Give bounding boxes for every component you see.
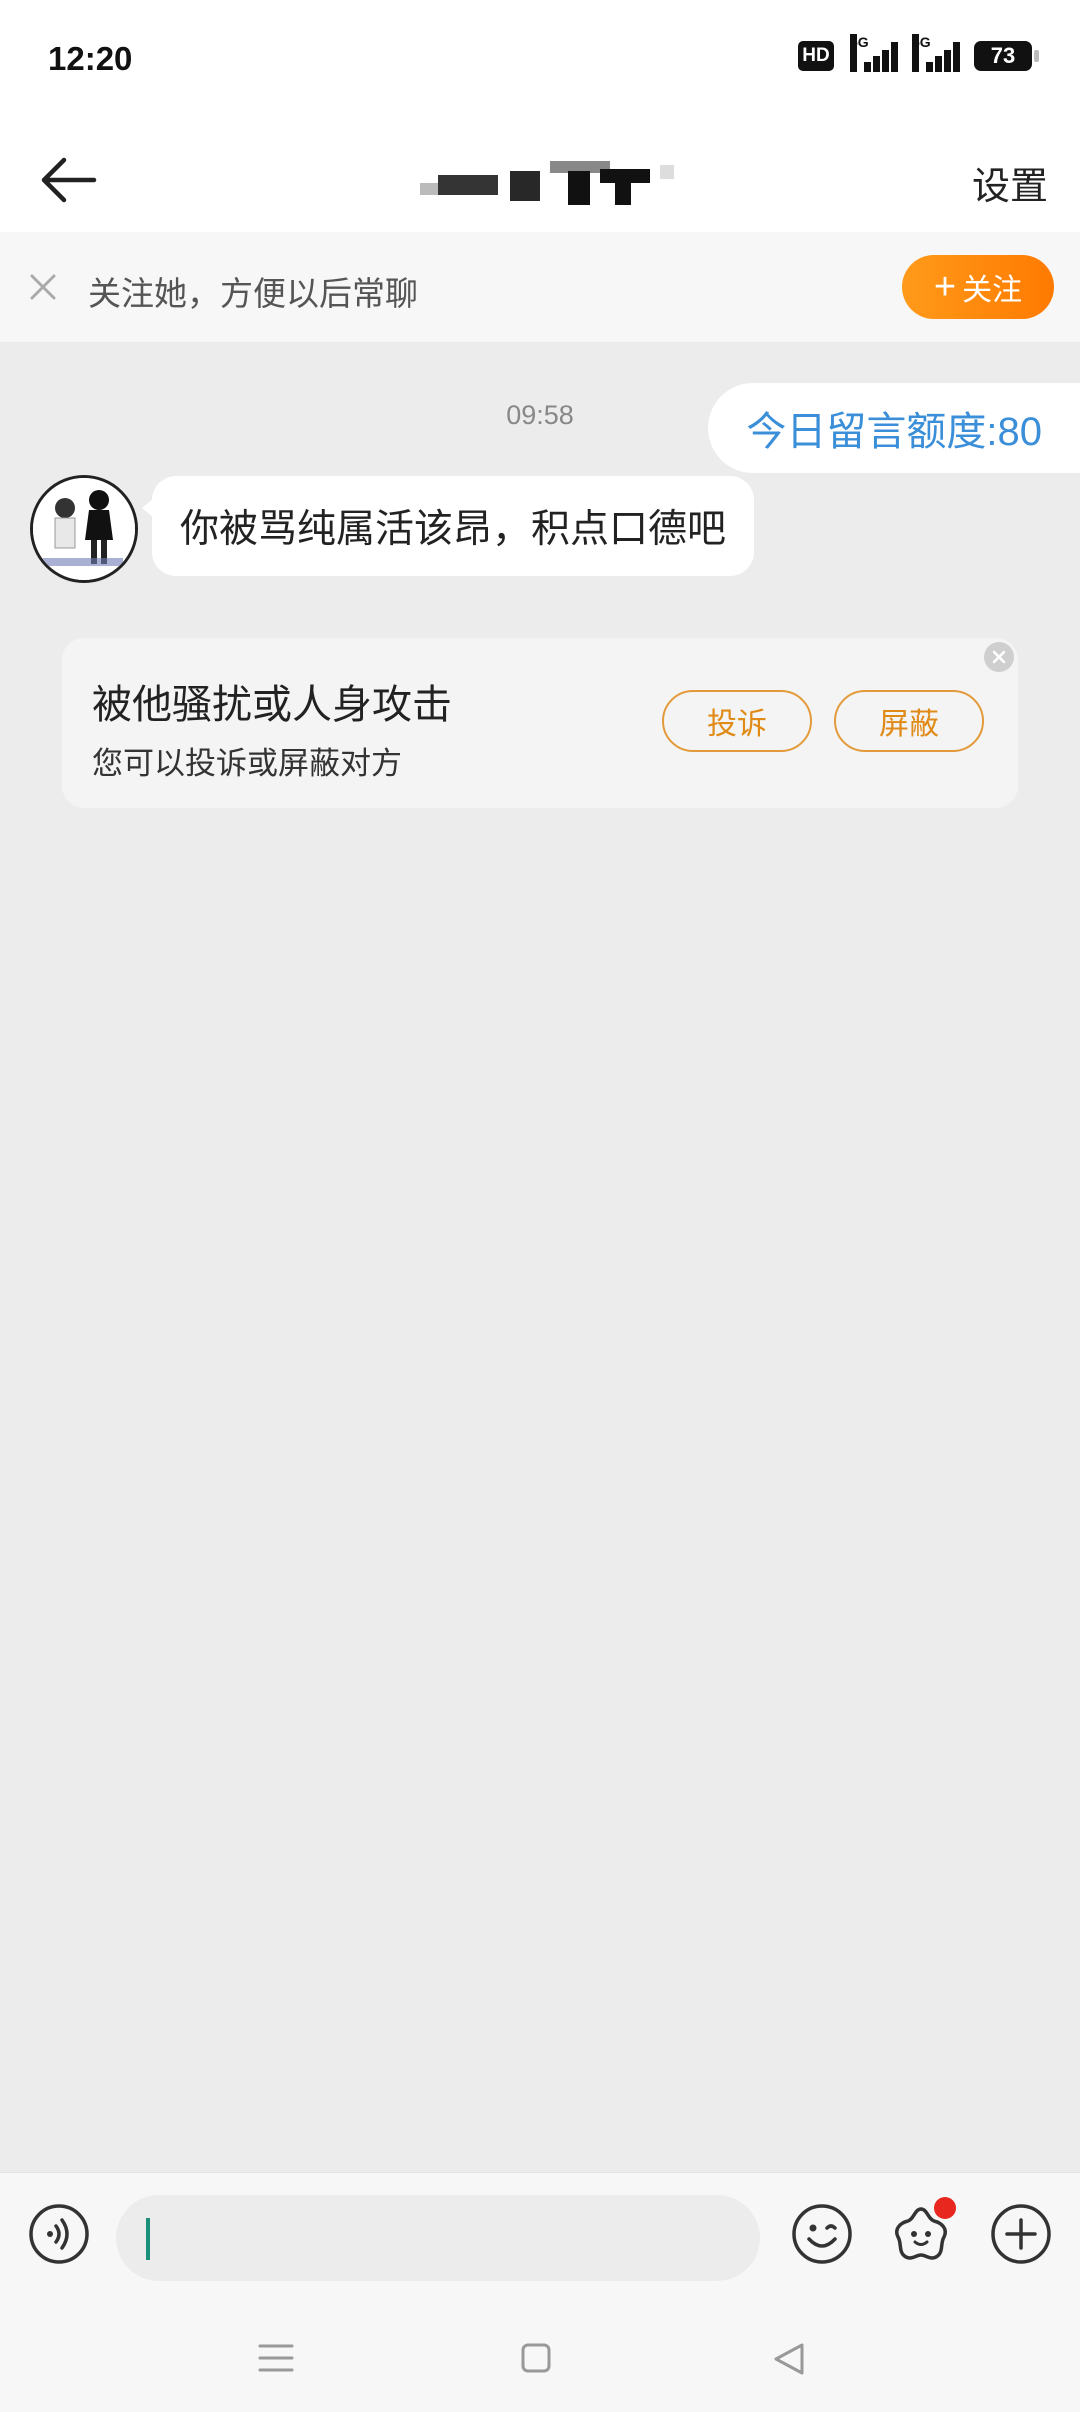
- battery-icon: 73: [974, 41, 1039, 71]
- status-bar: 12:20 HD 5G 5G 73: [0, 0, 1080, 125]
- home-icon[interactable]: [520, 2342, 552, 2379]
- hd-badge: HD: [798, 41, 834, 71]
- status-time: 12:20: [48, 40, 133, 77]
- signal-icon: 5G: [912, 34, 960, 72]
- message-bubble[interactable]: 你被骂纯属活该昂，积点口德吧: [141, 476, 755, 576]
- settings-button[interactable]: 设置: [972, 155, 1048, 210]
- back-arrow-icon[interactable]: [38, 155, 98, 205]
- message-input-bar: [0, 2172, 1080, 2303]
- plus-icon[interactable]: [990, 2203, 1052, 2265]
- card-title: 被他骚扰或人身攻击: [92, 683, 452, 727]
- quota-badge: 今日留言额度:80: [708, 383, 1080, 473]
- emoji-icon[interactable]: [791, 2203, 853, 2265]
- avatar[interactable]: [30, 475, 138, 583]
- chat-header: 设置: [0, 125, 1080, 234]
- follow-button-label: 关注: [962, 274, 1023, 307]
- back-icon[interactable]: [772, 2342, 806, 2381]
- notification-dot: [934, 2197, 956, 2219]
- status-icons: HD 5G 5G 73: [798, 34, 1039, 72]
- system-nav-bar: [0, 2302, 1080, 2412]
- close-icon[interactable]: [26, 270, 60, 304]
- text-cursor: [146, 2218, 150, 2260]
- card-subtitle: 您可以投诉或屏蔽对方: [92, 746, 402, 781]
- message-input[interactable]: [116, 2195, 760, 2281]
- signal-icon: 5G: [850, 34, 898, 72]
- follow-button[interactable]: + 关注: [902, 255, 1054, 319]
- plus-icon: +: [933, 266, 957, 308]
- report-button[interactable]: 投诉: [662, 690, 812, 752]
- follow-suggestion-text: 关注她，方便以后常聊: [88, 275, 418, 312]
- harassment-report-card: 被他骚扰或人身攻击 您可以投诉或屏蔽对方 投诉 屏蔽: [62, 638, 1018, 808]
- menu-icon[interactable]: [258, 2342, 294, 2379]
- follow-suggestion-bar: 关注她，方便以后常聊 + 关注: [0, 232, 1080, 342]
- chat-title-redacted: [420, 161, 680, 205]
- close-icon[interactable]: [984, 642, 1014, 672]
- voice-icon[interactable]: [28, 2203, 90, 2265]
- block-button[interactable]: 屏蔽: [834, 690, 984, 752]
